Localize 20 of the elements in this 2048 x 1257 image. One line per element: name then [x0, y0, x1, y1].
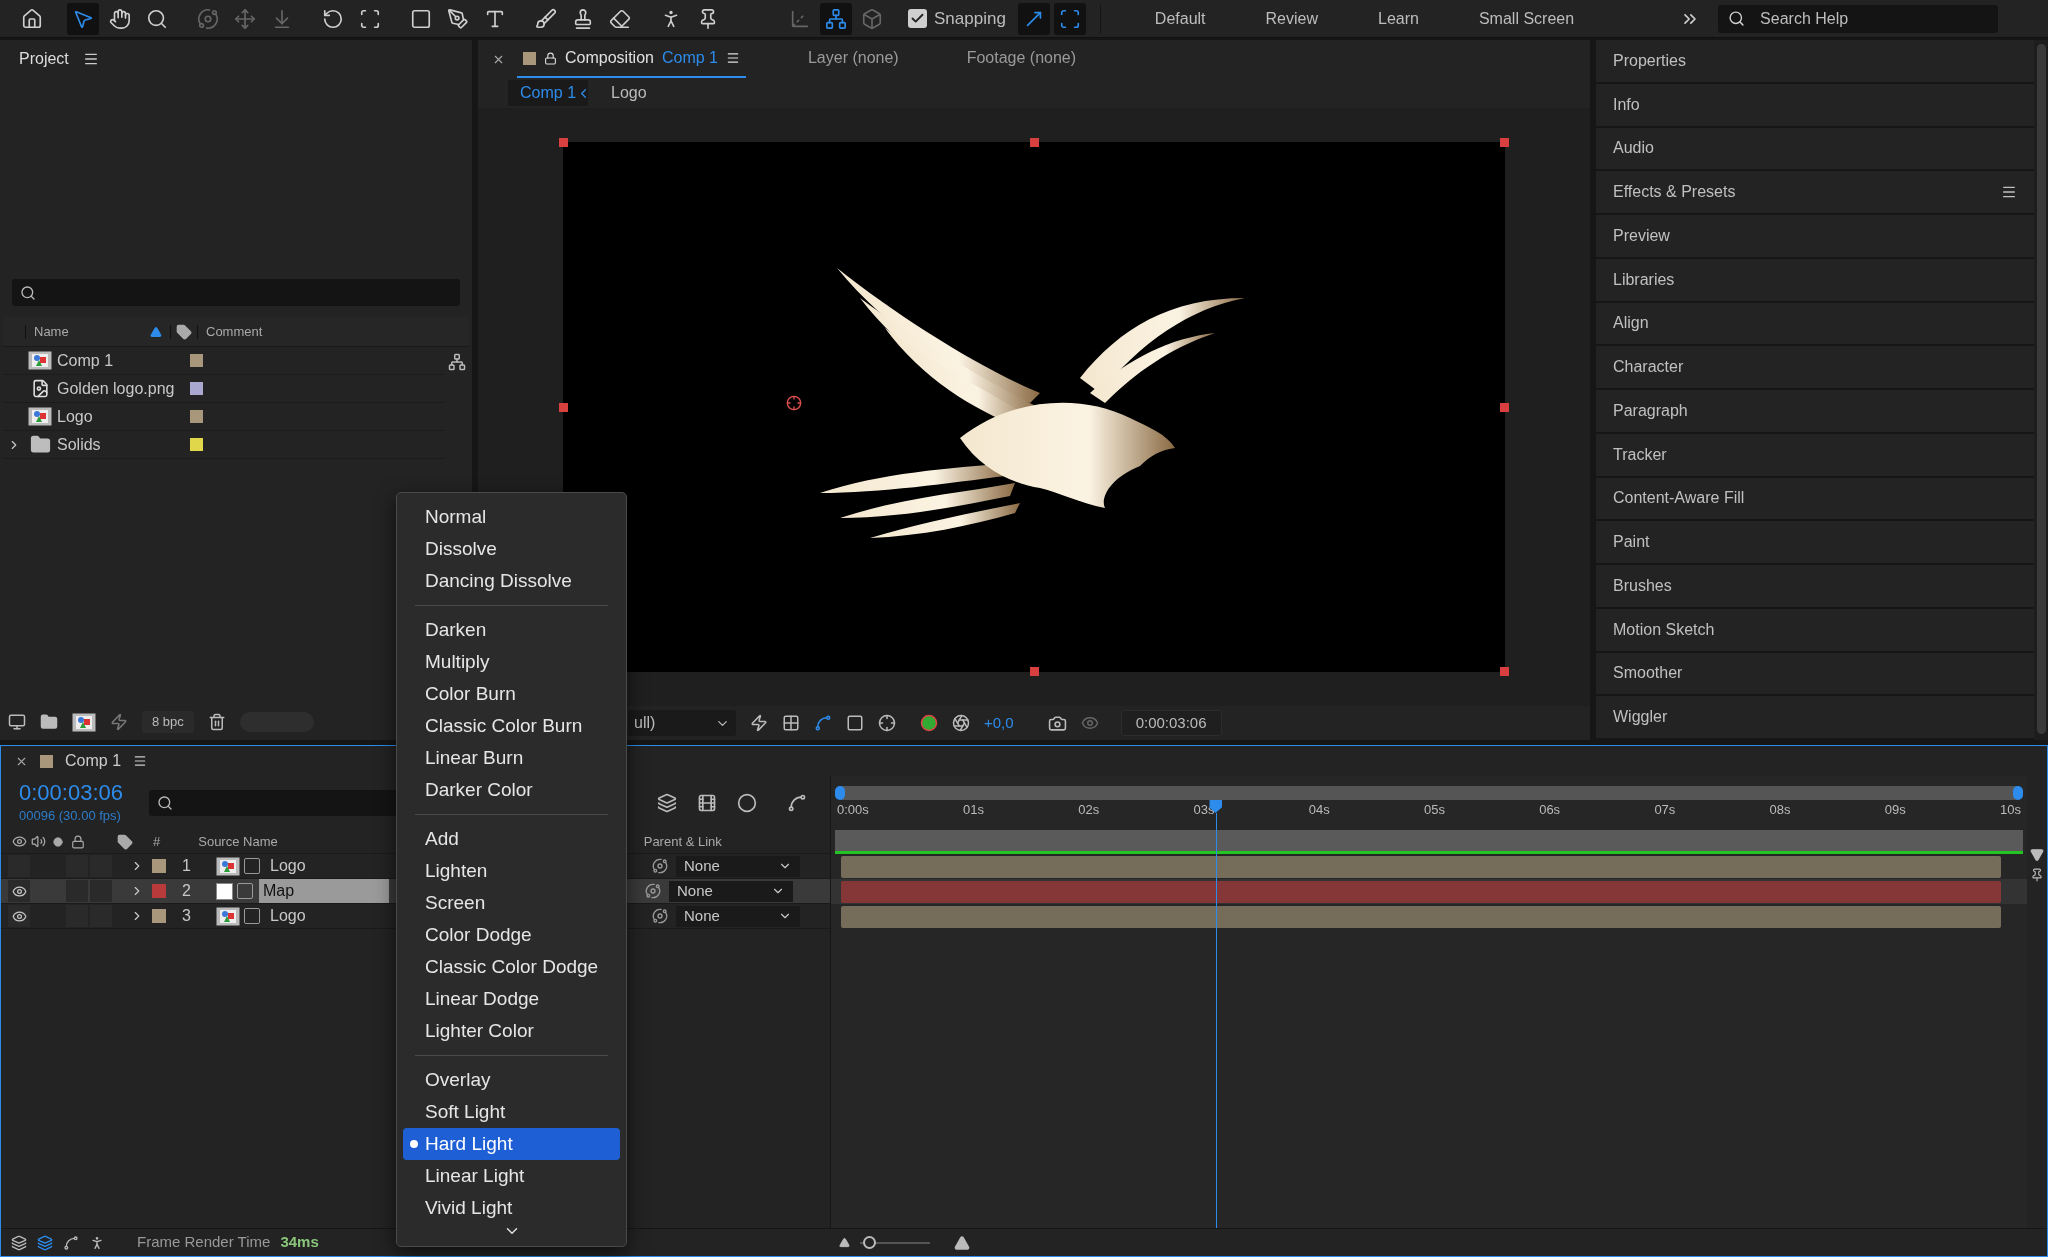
item-name: Golden logo.png [57, 378, 176, 399]
ruler-label: 09s [1884, 802, 1906, 818]
ruler-label: 06s [1539, 802, 1561, 818]
ruler-label: 0:00s [837, 802, 869, 818]
layer-number: 2 [182, 881, 192, 901]
ruler-label: 05s [1423, 802, 1445, 818]
frame-count: 00096 (30.00 fps) [19, 807, 122, 826]
ruler-label: 02s [1078, 802, 1100, 818]
status-label: Frame Render Time [137, 1232, 271, 1253]
item-name: Solids [57, 434, 102, 455]
render-time-value: 34ms [280, 1232, 319, 1253]
ruler-label: 04s [1308, 802, 1330, 818]
item-name: Logo [57, 406, 94, 427]
layer-number: 1 [182, 856, 192, 876]
item-name: Comp 1 [57, 350, 115, 371]
ruler-label: 08s [1769, 802, 1791, 818]
ruler-label: 01s [963, 802, 985, 818]
layer-number: 3 [182, 906, 192, 926]
ruler-label: 10s [2000, 802, 2021, 818]
ruler-label: 07s [1654, 802, 1676, 818]
